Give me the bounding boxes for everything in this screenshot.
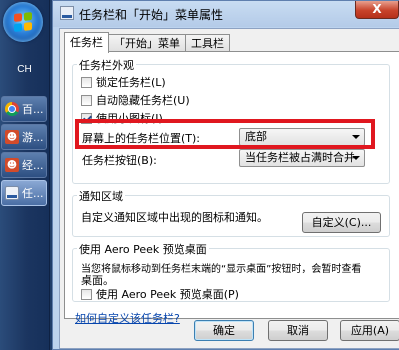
- autohide-taskbar-checkbox[interactable]: 自动隐藏任务栏(U): [81, 92, 190, 108]
- notification-group-title: 通知区域: [77, 188, 125, 204]
- taskbar-properties-icon: [60, 6, 74, 20]
- taskbar-button-game[interactable]: ☻ 游...: [1, 124, 47, 150]
- taskbar-button-label: 经...: [22, 159, 44, 172]
- taskbar-button-label: 任...: [22, 187, 44, 200]
- chevron-down-icon: [352, 156, 360, 160]
- ok-button[interactable]: 确定: [194, 320, 254, 341]
- taskbar-buttons-label: 任务栏按钮(B):: [82, 154, 157, 167]
- aero-peek-description-line1: 当您将鼠标移动到任务栏末端的“显示桌面”按钮时，会暂时查看: [81, 264, 362, 275]
- start-button[interactable]: [3, 2, 43, 42]
- help-link[interactable]: 如何自定义该任务栏?: [75, 310, 180, 326]
- taskbar-button-browser[interactable]: 百...: [1, 96, 47, 122]
- highlight-annotation: [75, 119, 375, 149]
- autohide-taskbar-label: 自动隐藏任务栏(U): [96, 94, 190, 107]
- aero-peek-group-title: 使用 Aero Peek 预览桌面: [77, 241, 209, 257]
- taskbar-button-experience[interactable]: ☻ 经...: [1, 152, 47, 178]
- language-indicator[interactable]: CH: [0, 64, 49, 75]
- appearance-group-title: 任务栏外观: [77, 57, 136, 73]
- autohide-taskbar-checkbox-box[interactable]: [81, 94, 92, 106]
- taskbar-button-label: 游...: [22, 131, 44, 144]
- chrome-icon: [5, 102, 19, 116]
- taskbar-properties-icon: [5, 186, 19, 200]
- users-icon: ☻: [5, 158, 19, 172]
- taskbar-buttons-value: 当任务栏被占满时合并: [245, 151, 355, 164]
- taskbar-tab-panel: 任务栏外观 锁定任务栏(L) 自动隐藏任务栏(U) 使用小图标(I) 屏幕上的任…: [64, 51, 399, 325]
- taskbar-buttons-select[interactable]: 当任务栏被占满时合并: [239, 149, 365, 167]
- taskbar-button-label: 百...: [22, 103, 44, 116]
- lock-taskbar-checkbox[interactable]: 锁定任务栏(L): [81, 74, 166, 90]
- apply-button[interactable]: 应用(A): [340, 320, 399, 341]
- dialog-title: 任务栏和「开始」菜单属性: [79, 8, 224, 22]
- aero-peek-checkbox[interactable]: 使用 Aero Peek 预览桌面(P): [81, 286, 239, 302]
- taskbar-properties-dialog: 任务栏和「开始」菜单属性 X 任务栏 「开始」菜单 工具栏 任务栏外观 锁定任务…: [52, 0, 399, 350]
- notification-description: 自定义通知区域中出现的图标和通知。: [81, 211, 268, 224]
- tab-taskbar[interactable]: 任务栏: [64, 32, 109, 53]
- close-button[interactable]: X: [355, 1, 399, 19]
- users-icon: ☻: [5, 130, 19, 144]
- aero-peek-checkbox-label: 使用 Aero Peek 预览桌面(P): [96, 288, 239, 301]
- customize-notifications-button[interactable]: 自定义(C)...: [302, 212, 381, 233]
- windows-logo-icon: [14, 12, 32, 32]
- taskbar: CH 百... ☻ 游... ☻ 经... 任...: [0, 0, 50, 350]
- dialog-body: 任务栏 「开始」菜单 工具栏 任务栏外观 锁定任务栏(L) 自动隐藏任务栏(U)…: [59, 28, 399, 349]
- taskbar-button-properties[interactable]: 任...: [1, 180, 47, 206]
- lock-taskbar-label: 锁定任务栏(L): [96, 76, 166, 89]
- aero-peek-checkbox-box[interactable]: [81, 288, 92, 300]
- lock-taskbar-checkbox-box[interactable]: [81, 76, 92, 88]
- tab-strip: 任务栏 「开始」菜单 工具栏: [64, 32, 230, 53]
- title-bar[interactable]: 任务栏和「开始」菜单属性 X: [53, 1, 399, 27]
- close-icon: X: [372, 2, 382, 16]
- cancel-button[interactable]: 取消: [268, 320, 328, 341]
